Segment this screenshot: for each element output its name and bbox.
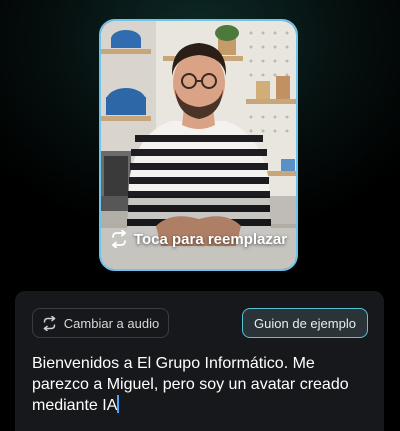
switch-to-audio-button[interactable]: Cambiar a audio xyxy=(32,308,169,338)
text-caret xyxy=(117,395,120,413)
swap-arrows-icon xyxy=(110,230,128,248)
sample-script-button[interactable]: Guion de ejemplo xyxy=(242,308,368,338)
avatar-photo-card[interactable]: Toca para reemplazar xyxy=(99,19,298,271)
script-text: Bienvenidos a El Grupo Informático. Me p… xyxy=(32,355,349,414)
swap-arrows-icon xyxy=(42,315,57,331)
sample-script-label: Guion de ejemplo xyxy=(254,315,356,331)
replace-hint[interactable]: Toca para reemplazar xyxy=(101,230,296,248)
replace-label: Toca para reemplazar xyxy=(133,230,288,248)
switch-to-audio-label: Cambiar a audio xyxy=(63,315,160,331)
script-text-input[interactable]: Bienvenidos a El Grupo Informático. Me p… xyxy=(32,353,372,416)
script-panel: Cambiar a audio Guion de ejemplo Bienven… xyxy=(15,291,384,431)
